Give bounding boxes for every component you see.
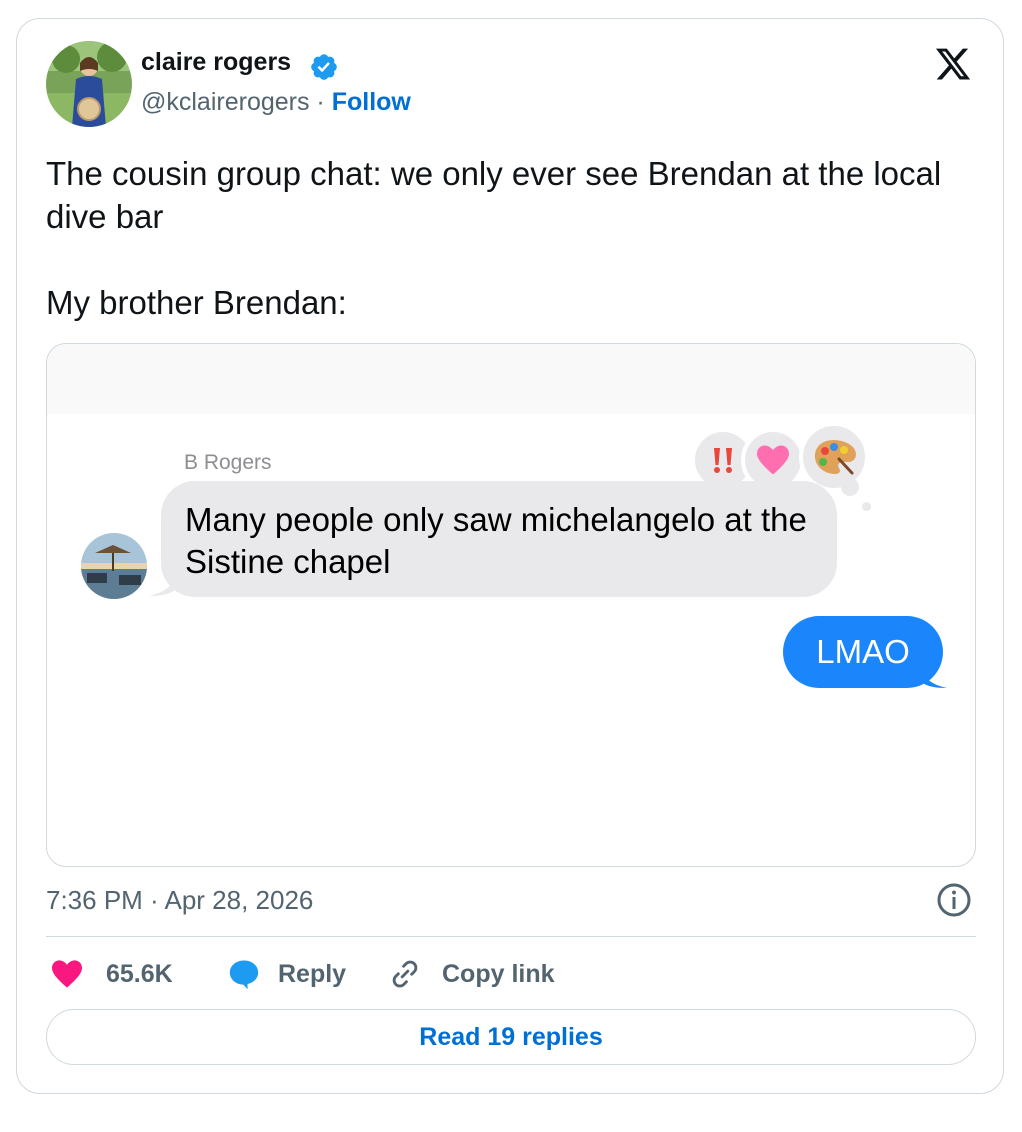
link-icon	[392, 960, 418, 988]
reply-bubble-icon	[229, 960, 259, 990]
like-button[interactable]: 65.6K	[50, 952, 173, 996]
reaction-tail-dot-small	[862, 502, 871, 511]
outgoing-bubble-tail	[919, 662, 947, 688]
author-name[interactable]: claire rogers	[141, 48, 291, 77]
info-icon[interactable]	[936, 882, 972, 918]
follow-button[interactable]: Follow	[332, 88, 411, 116]
media-image[interactable]: B Rogers Many people only saw michelange…	[46, 343, 976, 867]
reply-button[interactable]: Reply	[226, 952, 346, 996]
incoming-message-bubble: Many people only saw michelangelo at the…	[161, 481, 837, 597]
media-top-band	[47, 344, 975, 414]
tweet-text-line-2: My brother Brendan:	[46, 284, 347, 321]
copy-link-button[interactable]: Copy link	[388, 952, 555, 996]
like-count: 65.6K	[106, 959, 173, 988]
tweet-text: The cousin group chat: we only ever see …	[46, 152, 966, 324]
author-avatar[interactable]	[46, 41, 132, 127]
read-replies-button[interactable]: Read 19 replies	[46, 1009, 976, 1065]
x-logo-icon[interactable]	[933, 45, 973, 83]
tweet-timestamp[interactable]: 7:36 PM · Apr 28, 2026	[46, 885, 313, 916]
sender-avatar	[81, 533, 147, 599]
reply-label: Reply	[278, 959, 347, 988]
verified-badge-icon	[311, 54, 337, 80]
chat-sender-name: B Rogers	[184, 451, 272, 474]
copy-link-label: Copy link	[442, 959, 555, 988]
incoming-bubble-tail	[149, 570, 177, 596]
reaction-tail-dot-large	[841, 478, 859, 496]
author-handle[interactable]: @kclairerogers	[141, 88, 309, 116]
divider	[46, 936, 976, 937]
heart-icon	[52, 960, 82, 988]
handle-separator: ·	[309, 88, 332, 116]
handle-row: @kclairerogers · Follow	[141, 88, 411, 117]
tweet-text-line-1: The cousin group chat: we only ever see …	[46, 155, 942, 235]
